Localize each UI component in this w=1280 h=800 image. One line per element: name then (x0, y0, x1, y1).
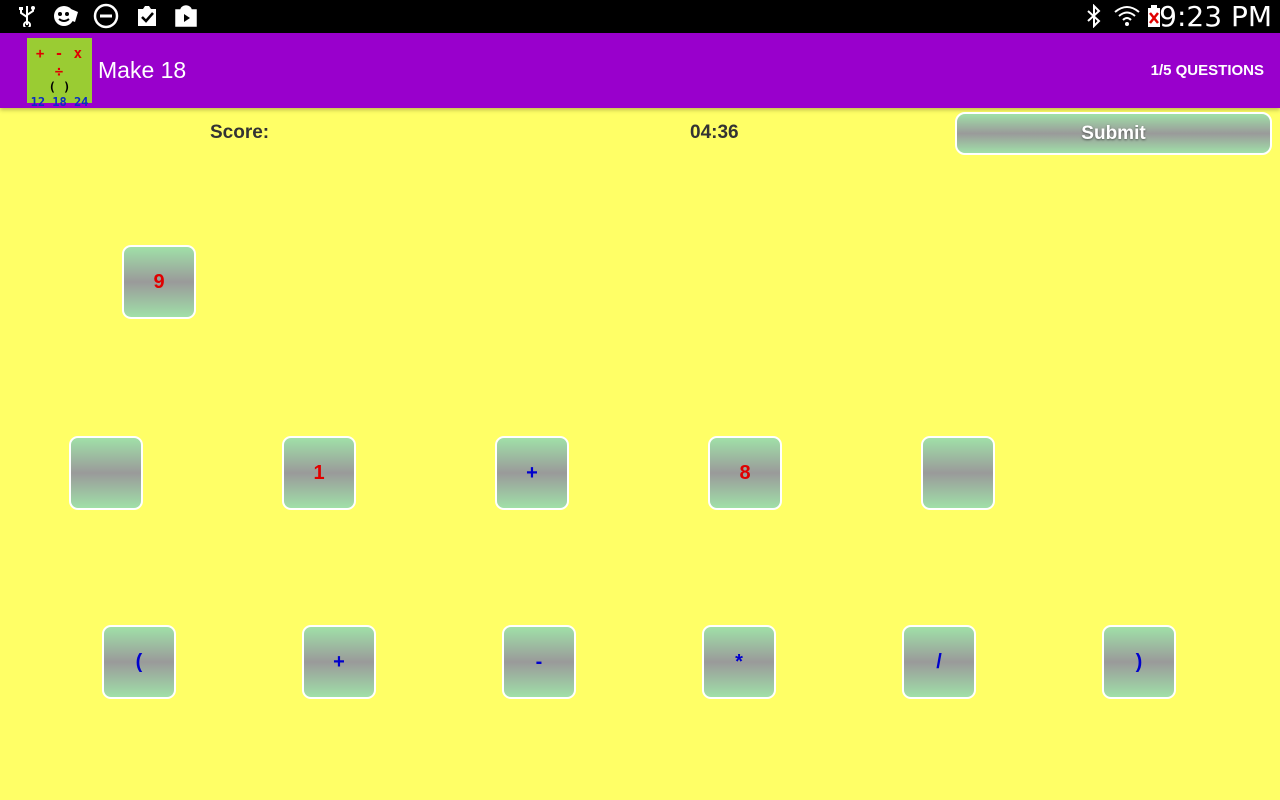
mask-icon (53, 4, 79, 28)
operator-close-paren[interactable]: ) (1102, 625, 1176, 699)
bluetooth-icon (1084, 4, 1104, 28)
expression-slot-2[interactable]: 1 (282, 436, 356, 510)
expression-slot-1[interactable] (69, 436, 143, 510)
operator-minus[interactable]: - (502, 625, 576, 699)
questions-progress: 1/5 QUESTIONS (1150, 62, 1264, 79)
logo-parentheses: ( ) (48, 80, 71, 94)
expression-slot-4[interactable]: 8 (708, 436, 782, 510)
submit-button[interactable]: Submit (955, 112, 1272, 155)
clipboard-check-icon (134, 4, 160, 28)
operator-open-paren[interactable]: ( (102, 625, 176, 699)
status-time: 9:23 PM (1159, 0, 1272, 33)
number-tile[interactable]: 9 (122, 245, 196, 319)
usb-icon (16, 4, 38, 28)
app-title: Make 18 (98, 57, 187, 83)
logo-operators: + - x ÷ (35, 46, 84, 80)
score-label: Score: (210, 122, 270, 143)
operator-divide[interactable]: / (902, 625, 976, 699)
logo-numbers: 12 18 24 (30, 95, 89, 109)
timer: 04:36 (690, 122, 739, 143)
expression-slot-3[interactable]: + (495, 436, 569, 510)
do-not-disturb-icon (93, 3, 119, 29)
expression-slot-5[interactable] (921, 436, 995, 510)
action-bar: + - x ÷ ( ) 12 18 24 Make 18 1/5 QUESTIO… (0, 33, 1280, 109)
operator-plus[interactable]: + (302, 625, 376, 699)
play-store-icon (173, 4, 199, 28)
status-bar: 9:23 PM (0, 0, 1280, 33)
app-logo[interactable]: + - x ÷ ( ) 12 18 24 (27, 38, 92, 109)
operator-multiply[interactable]: * (702, 625, 776, 699)
wifi-icon (1113, 4, 1141, 28)
